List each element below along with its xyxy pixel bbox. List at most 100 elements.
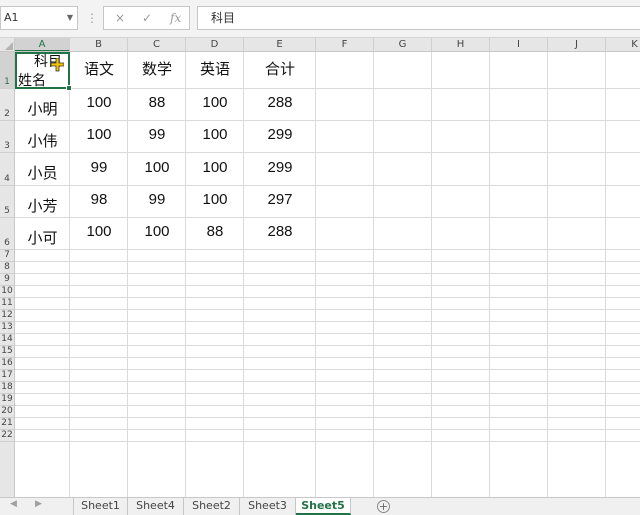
row-header-19[interactable]: 19	[0, 394, 14, 406]
row-header-6[interactable]: 6	[0, 218, 14, 250]
column-title-cell[interactable]: 英语	[186, 56, 244, 83]
score-cell[interactable]: 100	[186, 189, 244, 211]
row-gridline	[15, 333, 640, 334]
enter-icon[interactable]: ✓	[142, 7, 152, 29]
row-headers: 1 2 3 4 5 6 7 8 9 10 11 12 13 14 15 16 17 18 19 20 21 22	[0, 52, 15, 497]
next-sheet-icon[interactable]: ▶	[35, 499, 42, 509]
name-cell[interactable]: 小芳	[15, 195, 70, 217]
formula-input[interactable]: 科目	[197, 6, 640, 30]
score-cell[interactable]: 288	[244, 221, 316, 243]
score-cell[interactable]: 299	[244, 124, 316, 146]
row-header-20[interactable]: 20	[0, 406, 14, 418]
cancel-icon[interactable]: ×	[115, 7, 125, 29]
column-title-cell[interactable]: 合计	[244, 56, 316, 83]
row-header-10[interactable]: 10	[0, 286, 14, 298]
column-gridline	[185, 52, 186, 497]
score-cell[interactable]: 297	[244, 189, 316, 211]
dropdown-icon[interactable]: ▼	[67, 7, 73, 29]
row-header-7[interactable]: 7	[0, 250, 14, 262]
score-cell[interactable]: 100	[186, 92, 244, 114]
name-cell[interactable]: 小伟	[15, 130, 70, 152]
row-header-22[interactable]: 22	[0, 430, 14, 442]
sheet-tab-bar: ◀ ▶ Sheet1 Sheet4 Sheet2 Sheet3 Sheet5 +	[0, 497, 640, 515]
sheet-tab-sheet1[interactable]: Sheet1	[73, 498, 128, 515]
score-cell[interactable]: 100	[70, 221, 128, 243]
column-header-k[interactable]: K	[606, 38, 640, 51]
select-all-button[interactable]	[0, 38, 15, 52]
row-header-1[interactable]: 1	[0, 52, 14, 89]
row-header-18[interactable]: 18	[0, 382, 14, 394]
row-gridline	[15, 429, 640, 430]
row-header-5[interactable]: 5	[0, 186, 14, 218]
function-icon[interactable]: fx	[170, 7, 181, 29]
column-header-g[interactable]: G	[374, 38, 432, 51]
column-title-cell[interactable]: 数学	[128, 56, 186, 83]
sheet-tab-sheet5[interactable]: Sheet5	[296, 498, 351, 515]
score-cell[interactable]: 100	[186, 156, 244, 179]
row-header-4[interactable]: 4	[0, 153, 14, 186]
row-header-15[interactable]: 15	[0, 346, 14, 358]
row-header-17[interactable]: 17	[0, 370, 14, 382]
column-header-d[interactable]: D	[186, 38, 244, 51]
column-header-h[interactable]: H	[432, 38, 490, 51]
row-gridline	[15, 441, 640, 442]
cell-grid[interactable]: 语文 数学 英语 合计 小明 100 88 100 288 小伟 100 99 100 299 小员 99 10…	[15, 52, 640, 497]
row-header-13[interactable]: 13	[0, 322, 14, 334]
row-gridline	[15, 405, 640, 406]
column-gridline	[373, 52, 374, 497]
row-header-8[interactable]: 8	[0, 262, 14, 274]
add-sheet-icon[interactable]: +	[377, 500, 390, 513]
name-cell[interactable]: 小明	[15, 98, 70, 120]
name-cell[interactable]: 小员	[15, 162, 70, 185]
name-cell[interactable]: 小可	[15, 227, 70, 249]
score-cell[interactable]: 100	[128, 221, 186, 243]
row-gridline	[15, 393, 640, 394]
score-cell[interactable]: 99	[70, 156, 128, 179]
row-header-12[interactable]: 12	[0, 310, 14, 322]
row-gridline	[15, 357, 640, 358]
header-cell-bottom-label: 姓名	[18, 73, 46, 89]
score-cell[interactable]: 99	[128, 124, 186, 146]
row-gridline	[15, 273, 640, 274]
prev-sheet-icon[interactable]: ◀	[10, 499, 17, 509]
row-header-2[interactable]: 2	[0, 89, 14, 121]
fill-handle[interactable]	[66, 85, 72, 91]
column-gridline	[605, 52, 606, 497]
column-header-b[interactable]: B	[70, 38, 128, 51]
column-header-j[interactable]: J	[548, 38, 606, 51]
score-cell[interactable]: 100	[70, 92, 128, 114]
name-box[interactable]: A1 ▼	[0, 6, 78, 30]
move-cursor-icon	[51, 58, 64, 72]
score-cell[interactable]: 100	[186, 124, 244, 146]
row-gridline	[15, 217, 640, 218]
row-gridline	[15, 381, 640, 382]
formula-bar-grip-icon: ⋮	[86, 11, 98, 25]
column-header-c[interactable]: C	[128, 38, 186, 51]
row-header-11[interactable]: 11	[0, 298, 14, 310]
score-cell[interactable]: 100	[70, 124, 128, 146]
score-cell[interactable]: 288	[244, 92, 316, 114]
formula-bar: A1 ▼ ⋮ × ✓ fx 科目	[0, 0, 640, 38]
column-title-cell[interactable]: 语文	[70, 56, 128, 83]
column-gridline	[127, 52, 128, 497]
row-header-21[interactable]: 21	[0, 418, 14, 430]
row-header-3[interactable]: 3	[0, 121, 14, 153]
column-header-e[interactable]: E	[244, 38, 316, 51]
score-cell[interactable]: 98	[70, 189, 128, 211]
score-cell[interactable]: 99	[128, 189, 186, 211]
column-header-i[interactable]: I	[490, 38, 548, 51]
sheet-tab-sheet4[interactable]: Sheet4	[128, 498, 184, 515]
score-cell[interactable]: 88	[128, 92, 186, 114]
score-cell[interactable]: 100	[128, 156, 186, 179]
row-header-9[interactable]: 9	[0, 274, 14, 286]
row-header-14[interactable]: 14	[0, 334, 14, 346]
column-header-a[interactable]: A	[15, 38, 70, 51]
row-header-16[interactable]: 16	[0, 358, 14, 370]
column-gridline	[547, 52, 548, 497]
sheet-tab-sheet3[interactable]: Sheet3	[240, 498, 296, 515]
column-header-f[interactable]: F	[316, 38, 374, 51]
score-cell[interactable]: 299	[244, 156, 316, 179]
score-cell[interactable]: 88	[186, 221, 244, 243]
formula-buttons: × ✓ fx	[103, 6, 190, 30]
sheet-tab-sheet2[interactable]: Sheet2	[184, 498, 240, 515]
